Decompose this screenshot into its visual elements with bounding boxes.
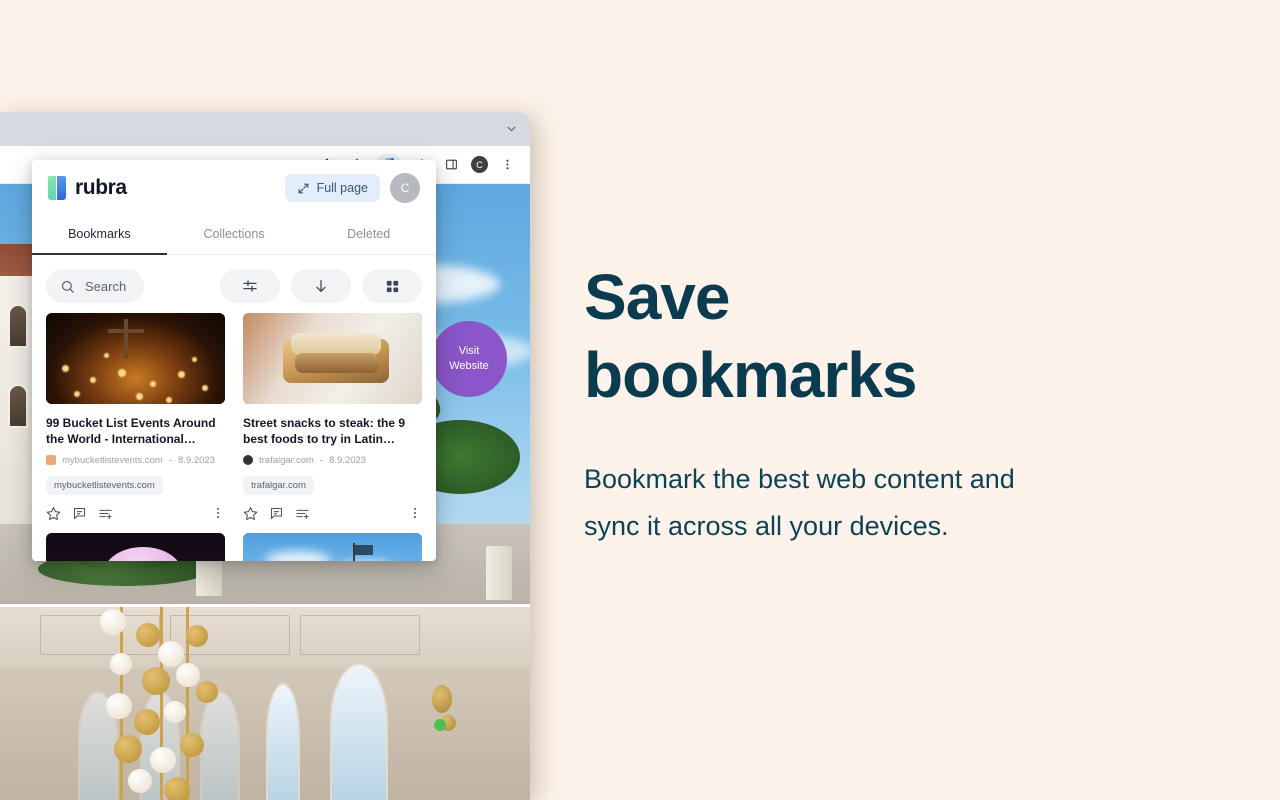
note-icon[interactable] xyxy=(72,506,87,521)
bookmark-card-grid: 99 Bucket List Events Around the World -… xyxy=(32,313,436,561)
bookmark-card[interactable]: Street snacks to steak: the 9 best foods… xyxy=(243,313,422,521)
bookmark-thumbnail[interactable] xyxy=(243,313,422,404)
bookmark-meta: trafalgar.com - 8.9.2023 xyxy=(243,455,422,466)
favorite-star-icon[interactable] xyxy=(46,506,61,521)
tab-bookmarks[interactable]: Bookmarks xyxy=(32,216,167,255)
bookmark-thumbnail[interactable] xyxy=(46,313,225,404)
browser-tab-strip xyxy=(0,112,530,146)
bookmark-tag-chip[interactable]: trafalgar.com xyxy=(243,475,314,495)
favorite-star-icon[interactable] xyxy=(243,506,258,521)
note-icon[interactable] xyxy=(269,506,284,521)
arched-mirror xyxy=(200,691,240,800)
bookmark-date: 8.9.2023 xyxy=(178,454,215,466)
filter-button[interactable] xyxy=(220,269,280,303)
tab-collections[interactable]: Collections xyxy=(167,216,302,254)
garden-pillar xyxy=(486,546,512,600)
more-options-icon[interactable] xyxy=(211,506,225,520)
tab-deleted[interactable]: Deleted xyxy=(301,216,436,254)
view-toggle-button[interactable] xyxy=(362,269,422,303)
headline-line-2: bookmarks xyxy=(584,339,917,412)
visit-button-line-2: Website xyxy=(449,360,489,372)
sliders-icon xyxy=(242,278,258,294)
subhead-line-1: Bookmark the best web content and xyxy=(584,464,1015,495)
bookmark-title: Street snacks to steak: the 9 best foods… xyxy=(243,416,406,447)
grid-icon xyxy=(385,279,400,294)
bookmark-tag-chip[interactable]: mybucketlistevents.com xyxy=(46,475,163,495)
bookmark-domain: trafalgar.com xyxy=(259,454,314,466)
bookmark-thumbnail[interactable] xyxy=(46,532,225,561)
bookmark-card[interactable]: 99 Bucket List Events Around the World -… xyxy=(46,313,225,521)
marketing-subheading: Bookmark the best web content and sync i… xyxy=(584,456,1204,549)
expand-arrows-icon xyxy=(297,182,310,195)
site-favicon-icon xyxy=(46,455,56,466)
rubra-logo-icon xyxy=(48,176,66,200)
headline-line-1: Save xyxy=(584,261,730,333)
bookmark-actions xyxy=(243,506,422,521)
bookmark-actions xyxy=(46,506,225,521)
user-avatar[interactable]: C xyxy=(390,173,420,203)
side-panel-icon[interactable] xyxy=(441,154,462,175)
rubra-brand: rubra xyxy=(48,176,127,200)
full-page-label: Full page xyxy=(316,181,368,195)
chrome-menu-icon[interactable] xyxy=(497,154,518,175)
bookmark-date: 8.9.2023 xyxy=(329,454,367,466)
search-icon xyxy=(60,279,75,294)
arched-window xyxy=(266,683,300,800)
tab-search-chevron-down-icon[interactable] xyxy=(505,123,518,136)
popup-tab-bar: Bookmarks Collections Deleted xyxy=(32,216,436,255)
meta-separator: - xyxy=(168,454,173,466)
subhead-line-2: sync it across all your devices. xyxy=(584,510,949,541)
bookmark-meta: mybucketlistevents.com - 8.9.2023 xyxy=(46,455,225,466)
arched-window xyxy=(330,663,388,800)
site-favicon-icon xyxy=(243,455,253,466)
wall-sconce xyxy=(432,685,452,713)
popup-toolbar: Search xyxy=(32,255,436,313)
visit-website-button[interactable]: Visit Website xyxy=(431,321,507,397)
search-placeholder: Search xyxy=(85,278,127,294)
meta-separator: - xyxy=(319,454,324,466)
browser-window: C Visit Website rubra Full page C Bookma… xyxy=(0,112,530,800)
hotel-interior-photograph xyxy=(0,604,530,800)
add-to-list-icon[interactable] xyxy=(295,506,310,521)
page-title: Save bookmarks xyxy=(584,258,1204,414)
bookmark-card[interactable] xyxy=(46,532,225,561)
marketing-panel: Save bookmarks Bookmark the best web con… xyxy=(584,258,1204,549)
bookmark-card[interactable] xyxy=(243,532,422,561)
sort-button[interactable] xyxy=(291,269,351,303)
full-page-button[interactable]: Full page xyxy=(284,174,380,202)
more-options-icon[interactable] xyxy=(408,506,422,520)
popup-header: rubra Full page C xyxy=(32,160,436,216)
bookmark-thumbnail[interactable] xyxy=(243,532,422,561)
rubra-extension-popup: rubra Full page C Bookmarks Collections … xyxy=(32,160,436,561)
wall-accent xyxy=(434,719,446,731)
add-to-list-icon[interactable] xyxy=(98,506,113,521)
brand-name: rubra xyxy=(75,176,127,199)
browser-profile-avatar[interactable]: C xyxy=(471,156,488,173)
bookmark-domain: mybucketlistevents.com xyxy=(62,454,163,466)
search-input[interactable]: Search xyxy=(46,269,145,303)
bookmark-title: 99 Bucket List Events Around the World -… xyxy=(46,416,216,447)
visit-button-line-1: Visit xyxy=(458,344,480,357)
arrow-down-icon xyxy=(313,278,329,294)
